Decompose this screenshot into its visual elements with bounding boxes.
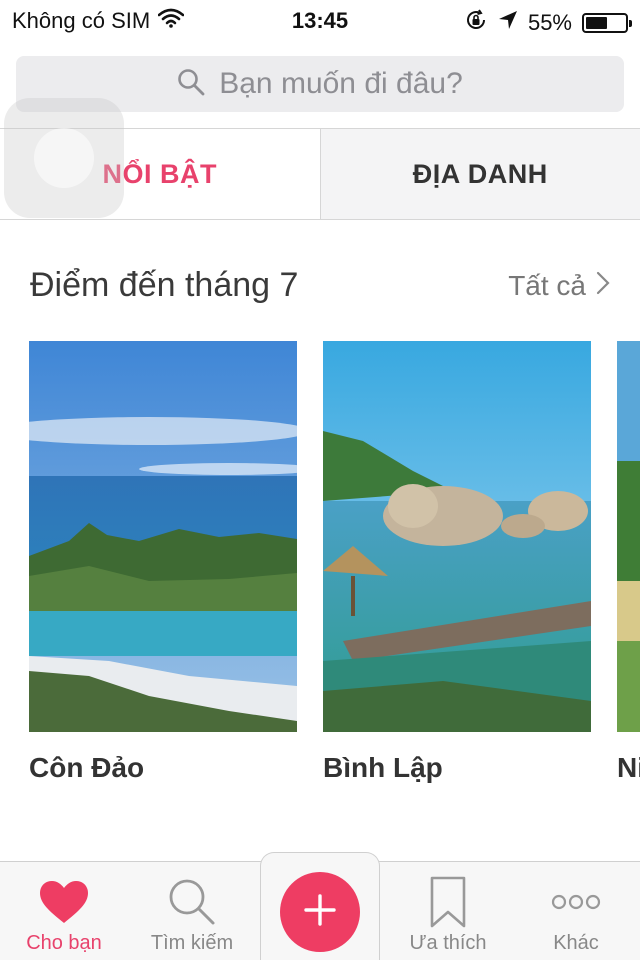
battery-icon <box>582 13 632 33</box>
destination-name: Ni <box>617 752 640 783</box>
tabbar-label: Khác <box>553 932 599 954</box>
orientation-lock-icon <box>464 8 488 38</box>
status-bar: Không có SIM 13:45 55% <box>0 0 640 40</box>
battery-fill <box>586 17 607 29</box>
status-right: 55% <box>464 8 632 38</box>
search-placeholder: Bạn muốn đi đâu? <box>219 67 463 100</box>
tabbar-label: Cho bạn <box>26 932 102 954</box>
tabbar-item-cho-ban[interactable]: Cho bạn <box>0 862 128 960</box>
tabbar-item-khac[interactable]: Khác <box>512 862 640 960</box>
search-icon <box>167 874 217 930</box>
assistive-touch-button[interactable] <box>4 98 124 218</box>
destination-name: Bình Lập <box>323 752 443 783</box>
destination-photo <box>29 341 297 732</box>
destination-card-binh-lap[interactable]: Bình Lập <box>323 341 591 784</box>
tab-dia-danh[interactable]: ĐỊA DANH <box>319 129 640 219</box>
tabbar-item-tim-kiem[interactable]: Tìm kiếm <box>128 862 256 960</box>
destination-photo <box>617 341 640 732</box>
destination-card-con-dao[interactable]: Côn Đảo <box>29 341 297 784</box>
search-icon <box>177 68 205 101</box>
destination-name: Côn Đảo <box>29 752 145 783</box>
status-left: Không có SIM <box>12 8 185 34</box>
section-title: Điểm đến tháng 7 <box>30 266 299 304</box>
destination-card-partial[interactable]: Ni <box>617 341 640 784</box>
see-all-link[interactable]: Tất cả <box>508 270 610 302</box>
destination-photo <box>323 341 591 732</box>
bookmark-icon <box>430 874 466 930</box>
tabbar-item-ua-thich[interactable]: Ưa thích <box>384 862 512 960</box>
more-dots-icon <box>551 874 601 930</box>
battery-percent: 55% <box>527 10 572 35</box>
carrier-label: Không có SIM <box>12 8 151 33</box>
location-arrow-icon <box>498 10 518 36</box>
see-all-label: Tất cả <box>508 270 586 301</box>
wifi-icon <box>157 8 185 34</box>
plus-icon <box>303 893 337 932</box>
add-button[interactable] <box>280 872 360 952</box>
tabbar-label: Tìm kiếm <box>150 932 234 954</box>
chevron-right-icon <box>596 270 610 302</box>
tabbar-label: Ưa thích <box>409 932 487 954</box>
heart-icon <box>39 874 89 930</box>
